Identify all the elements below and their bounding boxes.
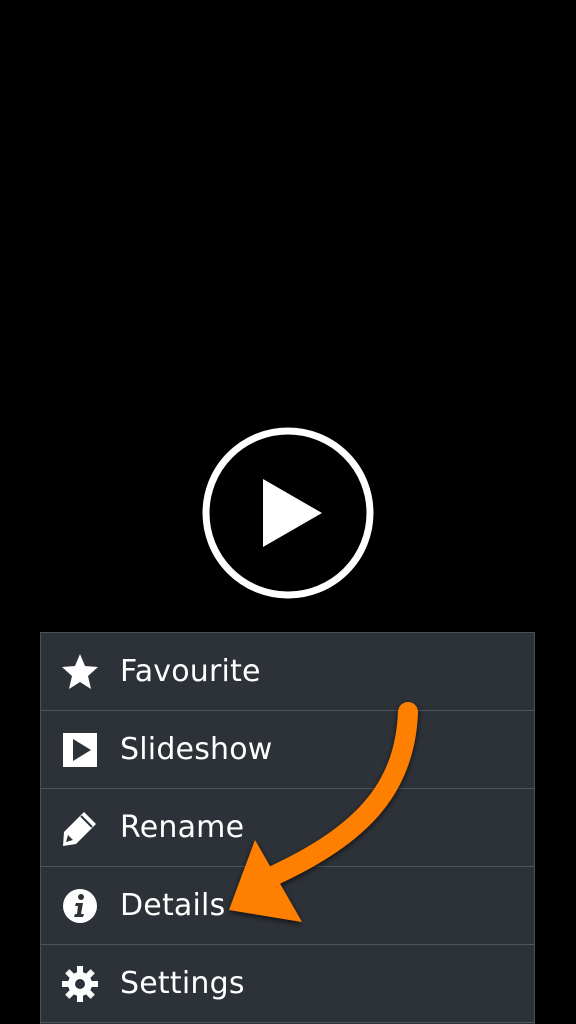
play-icon — [202, 427, 374, 599]
menu-item-label: Details — [120, 888, 226, 923]
video-viewer-screen: Favourite Slideshow Rename Details Setti… — [0, 0, 576, 1024]
menu-item-rename[interactable]: Rename — [41, 789, 534, 867]
menu-item-label: Slideshow — [120, 732, 273, 767]
menu-item-details[interactable]: Details — [41, 867, 534, 945]
menu-item-slideshow[interactable]: Slideshow — [41, 711, 534, 789]
menu-item-label: Favourite — [120, 654, 261, 689]
play-button[interactable] — [201, 426, 375, 600]
menu-item-favourite[interactable]: Favourite — [41, 633, 534, 711]
star-icon — [60, 652, 100, 692]
pencil-icon — [60, 808, 100, 848]
context-menu: Favourite Slideshow Rename Details Setti… — [40, 632, 535, 1024]
slideshow-icon — [60, 730, 100, 770]
info-icon — [60, 886, 100, 926]
menu-item-label: Rename — [120, 810, 245, 845]
gear-icon — [60, 964, 100, 1004]
menu-item-label: Settings — [120, 966, 245, 1001]
menu-item-settings[interactable]: Settings — [41, 945, 534, 1023]
